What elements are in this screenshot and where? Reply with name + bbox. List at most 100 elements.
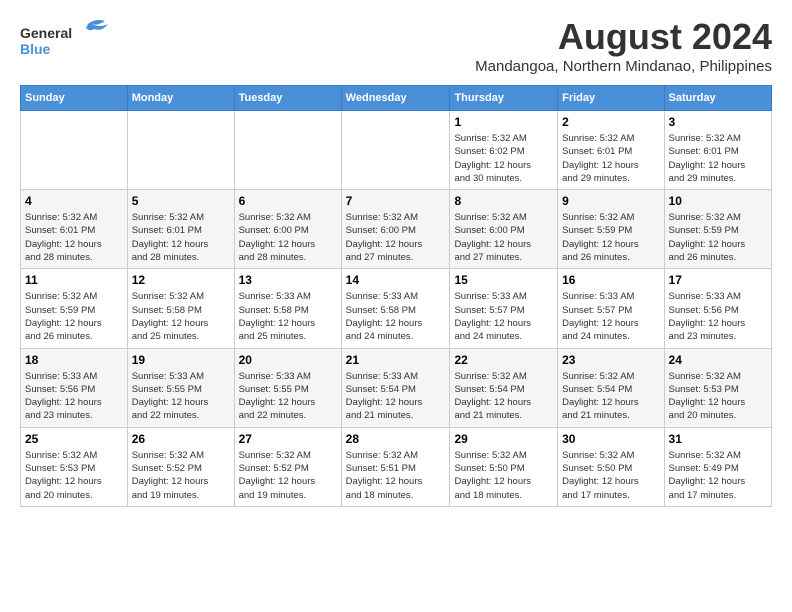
day-number: 18 bbox=[25, 353, 123, 367]
day-number: 6 bbox=[239, 194, 337, 208]
logo-svg: General Blue bbox=[20, 16, 110, 60]
day-info: Sunrise: 5:33 AM Sunset: 5:58 PM Dayligh… bbox=[239, 290, 337, 343]
day-number: 17 bbox=[669, 273, 767, 287]
weekday-header-row: SundayMondayTuesdayWednesdayThursdayFrid… bbox=[21, 86, 772, 111]
calendar-week-4: 18 Sunrise: 5:33 AM Sunset: 5:56 PM Dayli… bbox=[21, 348, 772, 427]
day-info: Sunrise: 5:32 AM Sunset: 6:01 PM Dayligh… bbox=[132, 211, 230, 264]
calendar-cell: 4Sunrise: 5:32 AM Sunset: 6:01 PM Daylig… bbox=[21, 190, 128, 269]
day-info: Sunrise: 5:32 AM Sunset: 6:01 PM Dayligh… bbox=[562, 132, 659, 185]
day-info: Sunrise: 5:32 AM Sunset: 6:00 PM Dayligh… bbox=[239, 211, 337, 264]
calendar-week-3: 11 Sunrise: 5:32 AM Sunset: 5:59 PM Dayli… bbox=[21, 269, 772, 348]
calendar-table: SundayMondayTuesdayWednesdayThursdayFrid… bbox=[20, 85, 772, 507]
day-number: 26 bbox=[132, 432, 230, 446]
day-number: 19 bbox=[132, 353, 230, 367]
weekday-header-wednesday: Wednesday bbox=[341, 86, 450, 111]
calendar-cell: 8 Sunrise: 5:32 AM Sunset: 6:00 PM Daylig… bbox=[450, 190, 558, 269]
day-info: Sunrise: 5:32 AM Sunset: 5:53 PM Dayligh… bbox=[669, 370, 767, 423]
day-number: 1 bbox=[454, 115, 553, 129]
calendar-cell: 24 Sunrise: 5:32 AM Sunset: 5:53 PM Dayli… bbox=[664, 348, 771, 427]
day-info: Sunrise: 5:33 AM Sunset: 5:56 PM Dayligh… bbox=[669, 290, 767, 343]
location: Mandangoa, Northern Mindanao, Philippine… bbox=[475, 58, 772, 75]
calendar-cell: 15Sunrise: 5:33 AM Sunset: 5:57 PM Dayli… bbox=[450, 269, 558, 348]
day-info: Sunrise: 5:32 AM Sunset: 6:02 PM Dayligh… bbox=[454, 132, 553, 185]
weekday-header-sunday: Sunday bbox=[21, 86, 128, 111]
day-number: 2 bbox=[562, 115, 659, 129]
day-number: 10 bbox=[669, 194, 767, 208]
calendar-week-2: 4Sunrise: 5:32 AM Sunset: 6:01 PM Daylig… bbox=[21, 190, 772, 269]
calendar-cell: 16 Sunrise: 5:33 AM Sunset: 5:57 PM Dayli… bbox=[558, 269, 664, 348]
header: General Blue August 2024 Mandangoa, Nort… bbox=[20, 16, 772, 75]
day-number: 13 bbox=[239, 273, 337, 287]
calendar-cell bbox=[127, 111, 234, 190]
day-number: 28 bbox=[346, 432, 446, 446]
day-number: 7 bbox=[346, 194, 446, 208]
day-info: Sunrise: 5:32 AM Sunset: 5:52 PM Dayligh… bbox=[132, 449, 230, 502]
month-year: August 2024 bbox=[475, 16, 772, 58]
day-number: 21 bbox=[346, 353, 446, 367]
calendar-cell: 13 Sunrise: 5:33 AM Sunset: 5:58 PM Dayli… bbox=[234, 269, 341, 348]
day-info: Sunrise: 5:32 AM Sunset: 5:50 PM Dayligh… bbox=[454, 449, 553, 502]
day-info: Sunrise: 5:33 AM Sunset: 5:54 PM Dayligh… bbox=[346, 370, 446, 423]
calendar-cell: 23 Sunrise: 5:32 AM Sunset: 5:54 PM Dayli… bbox=[558, 348, 664, 427]
weekday-header-saturday: Saturday bbox=[664, 86, 771, 111]
logo: General Blue bbox=[20, 16, 110, 60]
day-info: Sunrise: 5:32 AM Sunset: 5:59 PM Dayligh… bbox=[669, 211, 767, 264]
calendar-cell: 26 Sunrise: 5:32 AM Sunset: 5:52 PM Dayli… bbox=[127, 427, 234, 506]
day-info: Sunrise: 5:32 AM Sunset: 5:54 PM Dayligh… bbox=[454, 370, 553, 423]
day-info: Sunrise: 5:33 AM Sunset: 5:57 PM Dayligh… bbox=[562, 290, 659, 343]
day-number: 16 bbox=[562, 273, 659, 287]
calendar-cell bbox=[341, 111, 450, 190]
day-number: 5 bbox=[132, 194, 230, 208]
calendar-cell bbox=[21, 111, 128, 190]
day-info: Sunrise: 5:32 AM Sunset: 6:00 PM Dayligh… bbox=[454, 211, 553, 264]
day-info: Sunrise: 5:32 AM Sunset: 5:59 PM Dayligh… bbox=[25, 290, 123, 343]
day-number: 31 bbox=[669, 432, 767, 446]
day-number: 3 bbox=[669, 115, 767, 129]
day-number: 11 bbox=[25, 273, 123, 287]
day-info: Sunrise: 5:33 AM Sunset: 5:55 PM Dayligh… bbox=[132, 370, 230, 423]
calendar-cell: 22Sunrise: 5:32 AM Sunset: 5:54 PM Dayli… bbox=[450, 348, 558, 427]
day-info: Sunrise: 5:32 AM Sunset: 5:51 PM Dayligh… bbox=[346, 449, 446, 502]
day-number: 29 bbox=[454, 432, 553, 446]
day-info: Sunrise: 5:33 AM Sunset: 5:58 PM Dayligh… bbox=[346, 290, 446, 343]
calendar-cell: 19 Sunrise: 5:33 AM Sunset: 5:55 PM Dayli… bbox=[127, 348, 234, 427]
weekday-header-friday: Friday bbox=[558, 86, 664, 111]
day-number: 30 bbox=[562, 432, 659, 446]
calendar-cell: 21 Sunrise: 5:33 AM Sunset: 5:54 PM Dayli… bbox=[341, 348, 450, 427]
calendar-cell: 17 Sunrise: 5:33 AM Sunset: 5:56 PM Dayli… bbox=[664, 269, 771, 348]
day-info: Sunrise: 5:33 AM Sunset: 5:56 PM Dayligh… bbox=[25, 370, 123, 423]
day-info: Sunrise: 5:32 AM Sunset: 6:01 PM Dayligh… bbox=[669, 132, 767, 185]
calendar-cell: 3 Sunrise: 5:32 AM Sunset: 6:01 PM Daylig… bbox=[664, 111, 771, 190]
calendar-week-1: 1 Sunrise: 5:32 AM Sunset: 6:02 PM Daylig… bbox=[21, 111, 772, 190]
day-number: 15 bbox=[454, 273, 553, 287]
day-number: 12 bbox=[132, 273, 230, 287]
day-number: 27 bbox=[239, 432, 337, 446]
calendar-cell: 28 Sunrise: 5:32 AM Sunset: 5:51 PM Dayli… bbox=[341, 427, 450, 506]
day-info: Sunrise: 5:32 AM Sunset: 5:54 PM Dayligh… bbox=[562, 370, 659, 423]
day-number: 23 bbox=[562, 353, 659, 367]
day-number: 20 bbox=[239, 353, 337, 367]
calendar-cell bbox=[234, 111, 341, 190]
calendar-cell: 20 Sunrise: 5:33 AM Sunset: 5:55 PM Dayli… bbox=[234, 348, 341, 427]
calendar-cell: 9Sunrise: 5:32 AM Sunset: 5:59 PM Daylig… bbox=[558, 190, 664, 269]
day-info: Sunrise: 5:32 AM Sunset: 5:59 PM Dayligh… bbox=[562, 211, 659, 264]
weekday-header-monday: Monday bbox=[127, 86, 234, 111]
calendar-cell: 25Sunrise: 5:32 AM Sunset: 5:53 PM Dayli… bbox=[21, 427, 128, 506]
calendar-cell: 10 Sunrise: 5:32 AM Sunset: 5:59 PM Dayli… bbox=[664, 190, 771, 269]
day-info: Sunrise: 5:32 AM Sunset: 6:00 PM Dayligh… bbox=[346, 211, 446, 264]
calendar-cell: 2 Sunrise: 5:32 AM Sunset: 6:01 PM Daylig… bbox=[558, 111, 664, 190]
calendar-cell: 27Sunrise: 5:32 AM Sunset: 5:52 PM Dayli… bbox=[234, 427, 341, 506]
day-info: Sunrise: 5:33 AM Sunset: 5:55 PM Dayligh… bbox=[239, 370, 337, 423]
calendar-cell: 11 Sunrise: 5:32 AM Sunset: 5:59 PM Dayli… bbox=[21, 269, 128, 348]
svg-text:Blue: Blue bbox=[20, 41, 51, 57]
day-number: 24 bbox=[669, 353, 767, 367]
calendar-cell: 18 Sunrise: 5:33 AM Sunset: 5:56 PM Dayli… bbox=[21, 348, 128, 427]
svg-text:General: General bbox=[20, 25, 72, 41]
day-info: Sunrise: 5:32 AM Sunset: 5:58 PM Dayligh… bbox=[132, 290, 230, 343]
calendar-cell: 31Sunrise: 5:32 AM Sunset: 5:49 PM Dayli… bbox=[664, 427, 771, 506]
weekday-header-tuesday: Tuesday bbox=[234, 86, 341, 111]
calendar-cell: 5 Sunrise: 5:32 AM Sunset: 6:01 PM Daylig… bbox=[127, 190, 234, 269]
day-number: 8 bbox=[454, 194, 553, 208]
calendar-cell: 14Sunrise: 5:33 AM Sunset: 5:58 PM Dayli… bbox=[341, 269, 450, 348]
weekday-header-thursday: Thursday bbox=[450, 86, 558, 111]
